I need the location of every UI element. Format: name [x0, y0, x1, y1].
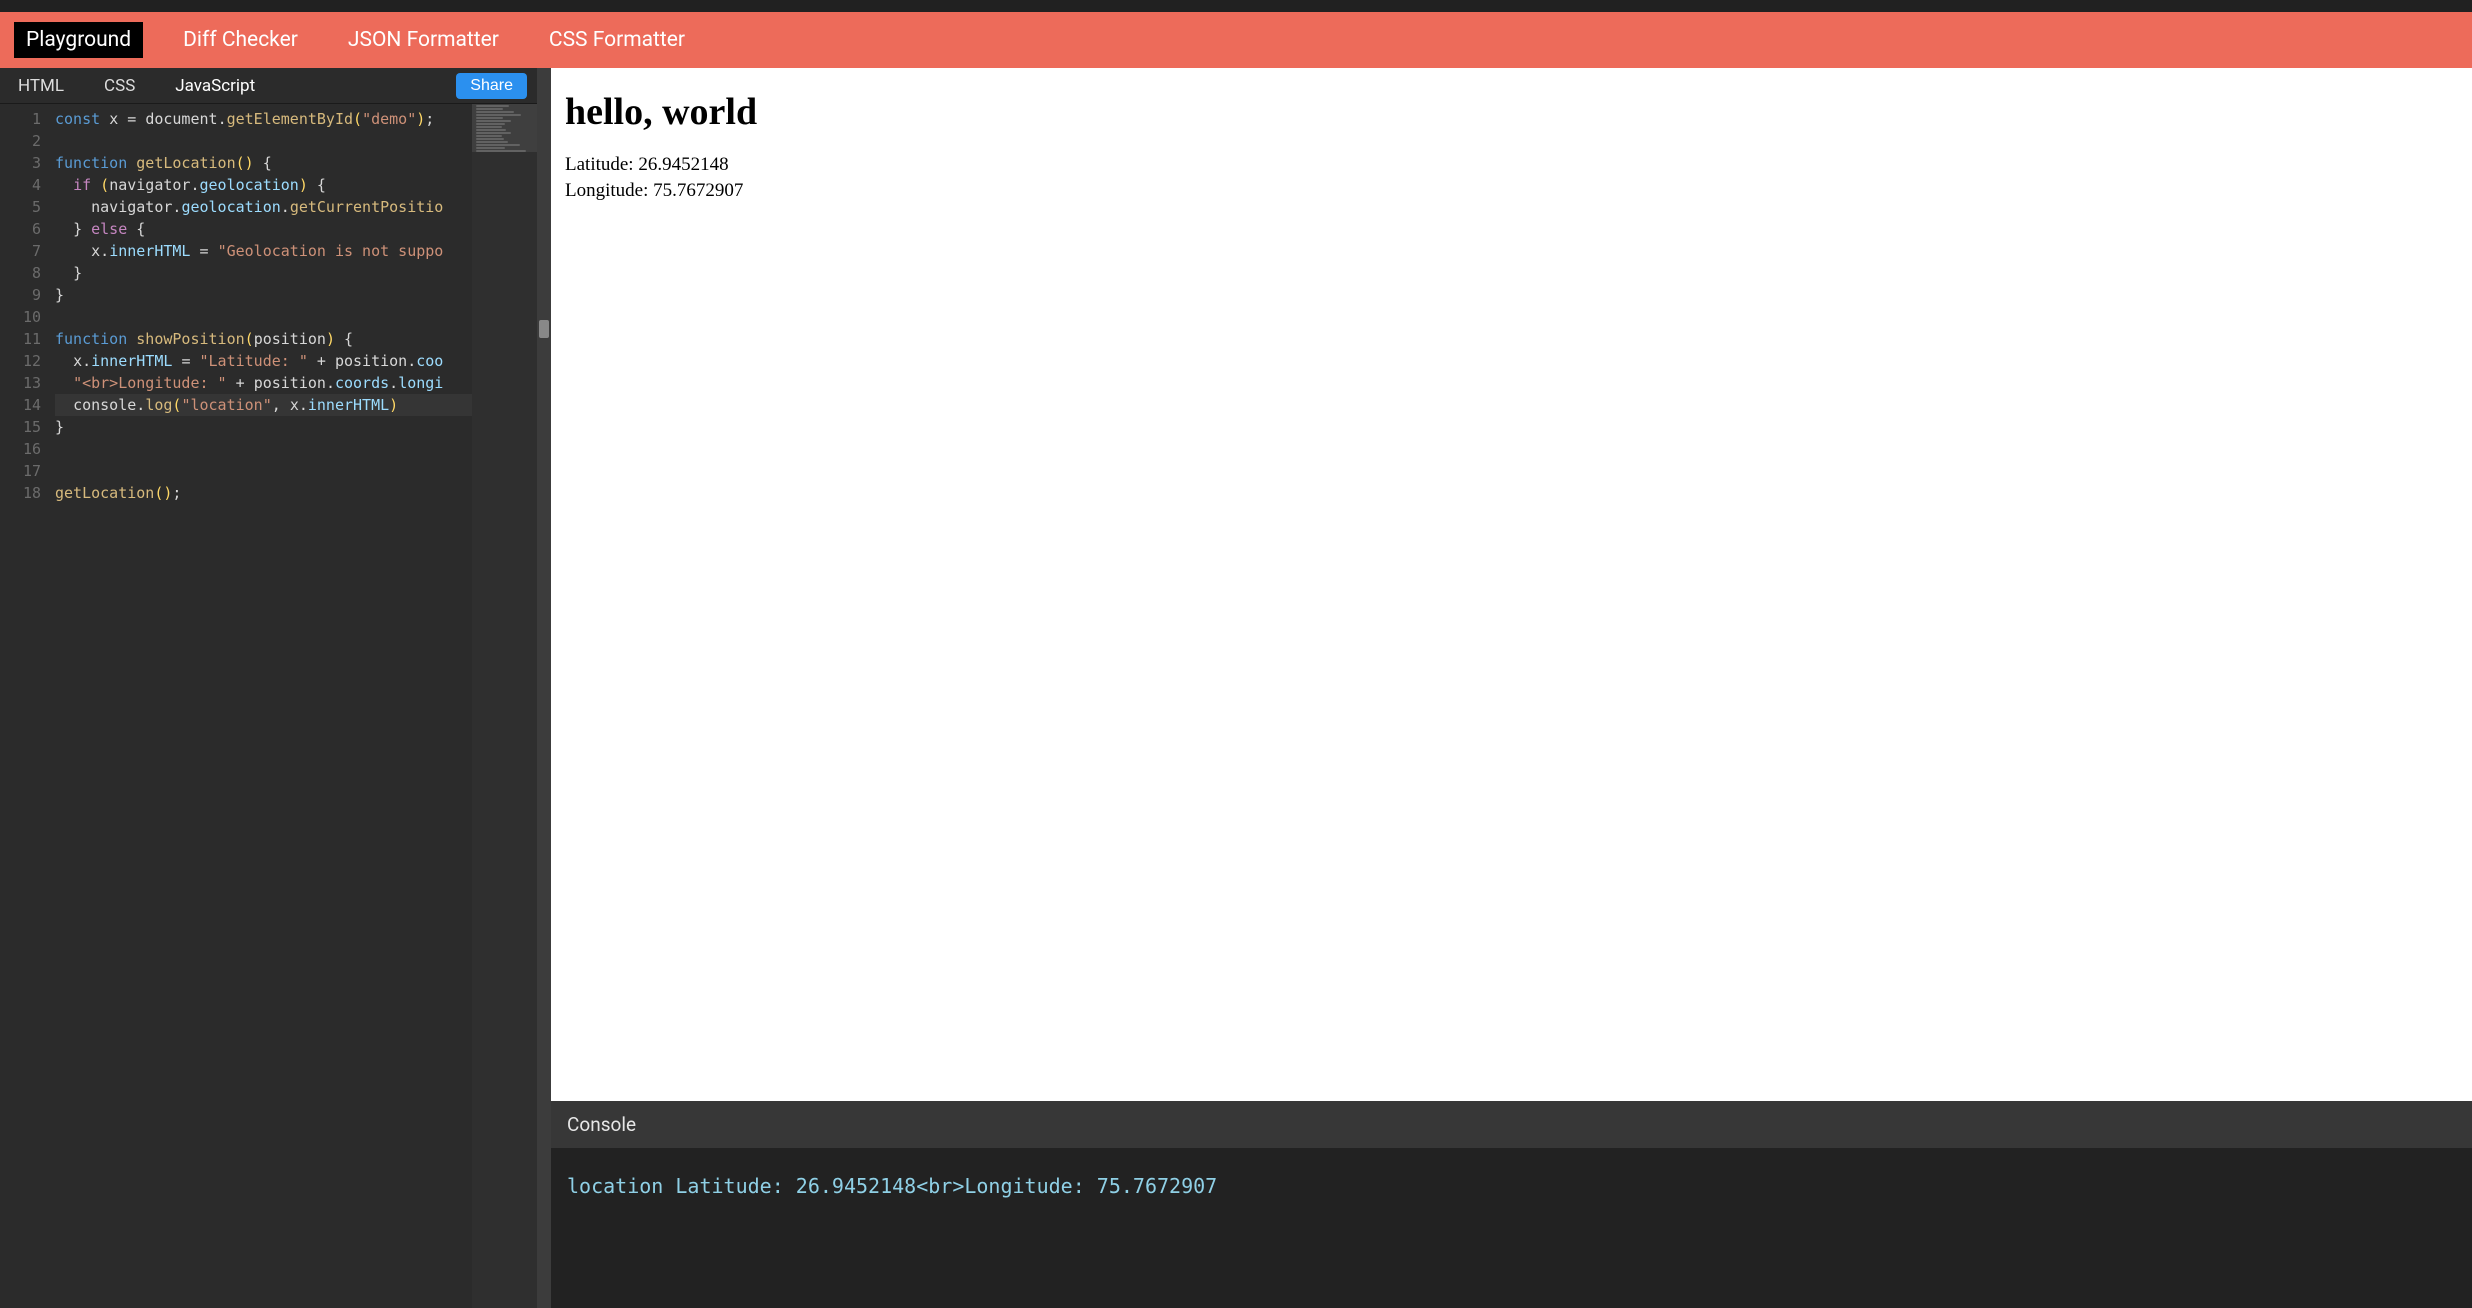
longitude-label: Longitude: — [565, 180, 653, 201]
tab-css[interactable]: CSS — [96, 70, 143, 102]
code-line[interactable]: navigator.geolocation.getCurrentPositio — [55, 196, 472, 218]
nav-diff-checker[interactable]: Diff Checker — [173, 22, 308, 58]
code-line[interactable]: } — [55, 416, 472, 438]
code-line[interactable] — [55, 438, 472, 460]
code-line[interactable] — [55, 460, 472, 482]
code-editor[interactable]: 123456789101112131415161718 const x = do… — [0, 104, 537, 1308]
line-number: 2 — [0, 130, 41, 152]
latitude-label: Latitude: — [565, 154, 638, 175]
site-header: Playground Diff Checker JSON Formatter C… — [0, 12, 2472, 68]
line-number: 3 — [0, 152, 41, 174]
preview-output: Latitude: 26.9452148 Longitude: 75.76729… — [565, 152, 2458, 203]
console-body[interactable]: location Latitude: 26.9452148<br>Longitu… — [551, 1148, 2472, 1308]
line-number: 9 — [0, 284, 41, 306]
nav-playground[interactable]: Playground — [14, 22, 143, 58]
code-line[interactable]: function showPosition(position) { — [55, 328, 472, 350]
line-gutter: 123456789101112131415161718 — [0, 104, 55, 1308]
code-line[interactable]: if (navigator.geolocation) { — [55, 174, 472, 196]
line-number: 16 — [0, 438, 41, 460]
code-line[interactable]: console.log("location", x.innerHTML) — [55, 394, 472, 416]
code-line[interactable]: "<br>Longitude: " + position.coords.long… — [55, 372, 472, 394]
line-number: 6 — [0, 218, 41, 240]
share-button[interactable]: Share — [456, 73, 527, 99]
code-content[interactable]: const x = document.getElementById("demo"… — [55, 104, 472, 1308]
editor-pane: HTML CSS JavaScript Share 12345678910111… — [0, 68, 537, 1308]
tab-javascript[interactable]: JavaScript — [167, 70, 263, 102]
nav-css-formatter[interactable]: CSS Formatter — [539, 22, 695, 58]
code-line[interactable]: } — [55, 262, 472, 284]
tab-html[interactable]: HTML — [10, 70, 72, 102]
line-number: 14 — [0, 394, 41, 416]
line-number: 10 — [0, 306, 41, 328]
top-strip — [0, 0, 2472, 12]
preview-frame[interactable]: hello, world Latitude: 26.9452148 Longit… — [551, 68, 2472, 1101]
code-line[interactable]: x.innerHTML = "Geolocation is not suppo — [55, 240, 472, 262]
editor-tabs: HTML CSS JavaScript Share — [0, 68, 537, 104]
code-line[interactable]: function getLocation() { — [55, 152, 472, 174]
line-number: 4 — [0, 174, 41, 196]
splitter-grip-icon[interactable] — [539, 320, 549, 338]
line-number: 7 — [0, 240, 41, 262]
code-line[interactable]: } — [55, 284, 472, 306]
line-number: 1 — [0, 108, 41, 130]
code-line[interactable]: getLocation(); — [55, 482, 472, 504]
minimap-viewport[interactable] — [472, 104, 537, 152]
line-number: 15 — [0, 416, 41, 438]
preview-heading: hello, world — [565, 90, 2458, 134]
output-pane: hello, world Latitude: 26.9452148 Longit… — [551, 68, 2472, 1308]
latitude-value: 26.9452148 — [638, 154, 728, 175]
code-line[interactable]: const x = document.getElementById("demo"… — [55, 108, 472, 130]
code-line[interactable] — [55, 306, 472, 328]
minimap[interactable] — [472, 104, 537, 1308]
line-number: 17 — [0, 460, 41, 482]
code-line[interactable]: x.innerHTML = "Latitude: " + position.co… — [55, 350, 472, 372]
code-line[interactable]: } else { — [55, 218, 472, 240]
main-layout: HTML CSS JavaScript Share 12345678910111… — [0, 68, 2472, 1308]
code-line[interactable] — [55, 130, 472, 152]
line-number: 18 — [0, 482, 41, 504]
pane-splitter[interactable] — [537, 68, 551, 1308]
line-number: 12 — [0, 350, 41, 372]
line-number: 8 — [0, 262, 41, 284]
line-number: 5 — [0, 196, 41, 218]
console-header[interactable]: Console — [551, 1101, 2472, 1148]
line-number: 11 — [0, 328, 41, 350]
line-number: 13 — [0, 372, 41, 394]
longitude-value: 75.7672907 — [653, 180, 743, 201]
console-entry: location Latitude: 26.9452148<br>Longitu… — [567, 1174, 2456, 1198]
nav-json-formatter[interactable]: JSON Formatter — [338, 22, 509, 58]
